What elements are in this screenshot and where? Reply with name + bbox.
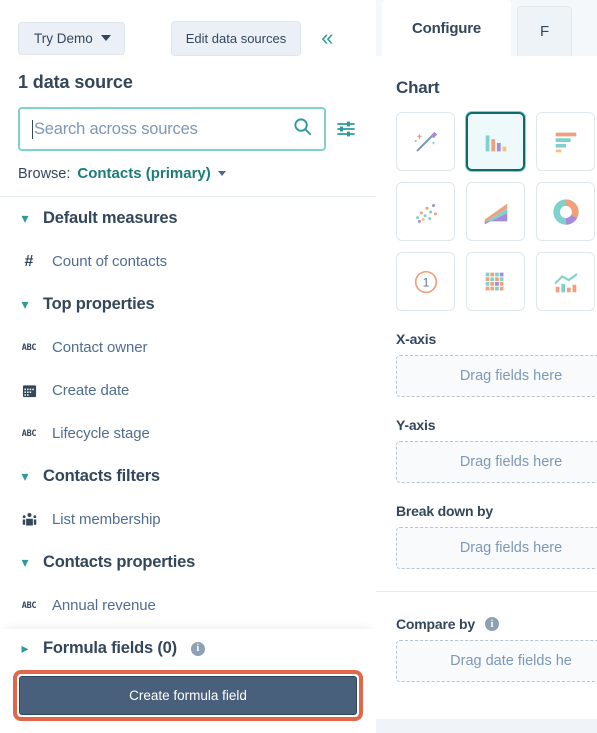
configure-panel: Configure F Chart Cho	[376, 0, 597, 733]
chevron-down-icon: ▾	[21, 296, 29, 312]
compare-by-text: Compare by	[396, 616, 475, 632]
tree-item-label: List membership	[52, 511, 161, 528]
chevron-down-icon: ▾	[21, 554, 29, 570]
tree-group-contacts-properties[interactable]: ▾ Contacts properties	[18, 541, 376, 584]
chart-type-combo-chart-icon[interactable]	[536, 252, 595, 311]
abc-icon: ABC	[21, 428, 37, 439]
browse-row: Browse: Contacts (primary)	[0, 151, 376, 182]
tree-item-contact-owner[interactable]: ABC Contact owner	[18, 326, 376, 369]
tree-item-label: Contact owner	[52, 339, 148, 356]
chart-type-heatmap-icon[interactable]	[466, 252, 525, 311]
hash-icon: #	[24, 252, 34, 270]
formula-fields-label: Formula fields (0)	[43, 639, 177, 657]
chart-section-header: Chart Cho	[396, 56, 597, 98]
tree-group-contacts-filters[interactable]: ▾ Contacts filters	[18, 455, 376, 498]
chart-type-grid: 1	[396, 98, 597, 311]
chart-type-area-chart-icon[interactable]	[466, 182, 525, 241]
create-formula-field-highlight: Create formula field	[13, 670, 363, 721]
sidebar-toolbar: Try Demo Edit data sources «	[0, 0, 376, 60]
chart-type-donut-chart-icon[interactable]	[536, 182, 595, 241]
create-formula-field-button[interactable]: Create formula field	[19, 676, 357, 715]
search-icon[interactable]	[293, 117, 312, 141]
tree-group-top-properties[interactable]: ▾ Top properties	[18, 283, 376, 326]
tree-item-list-membership[interactable]: List membership	[18, 498, 376, 541]
y-axis-label: Y-axis	[396, 417, 436, 433]
tree-group-default-measures[interactable]: ▾ Default measures	[18, 197, 376, 240]
list-icon	[20, 512, 38, 527]
data-sources-sidebar: Try Demo Edit data sources « 1 data sour…	[0, 0, 376, 733]
edit-data-sources-button[interactable]: Edit data sources	[170, 20, 302, 56]
chevron-down-icon: ▾	[21, 468, 29, 484]
panel-bottom-strip	[376, 719, 597, 733]
sliders-icon[interactable]	[336, 119, 356, 139]
search-row: Search across sources	[0, 93, 376, 151]
compare-by-section: Compare by i Drag date fields he	[396, 592, 597, 682]
tab-configure[interactable]: Configure	[382, 0, 512, 56]
tree-item-label: Annual revenue	[52, 597, 156, 614]
svg-text:1: 1	[422, 275, 429, 289]
tab-filters[interactable]: F	[517, 6, 572, 56]
chart-type-horizontal-bar-chart-icon[interactable]	[536, 112, 595, 171]
tree-item-create-date[interactable]: Create date	[18, 369, 376, 412]
info-icon[interactable]: i	[484, 617, 499, 631]
browse-source-select[interactable]: Contacts (primary)	[77, 165, 210, 182]
panel-body: Chart Cho	[376, 56, 597, 733]
formula-fields-header[interactable]: ▸ Formula fields (0) i	[0, 629, 376, 664]
chart-type-vertical-bar-chart-icon[interactable]	[466, 112, 525, 171]
tree-group-label: Top properties	[43, 295, 155, 313]
y-axis-dropzone[interactable]: Drag fields here	[396, 441, 597, 483]
abc-icon: ABC	[21, 342, 37, 353]
chart-type-magic-wand-icon[interactable]	[396, 112, 455, 171]
page-title: 1 data source	[18, 72, 133, 92]
panel-tabs: Configure F	[376, 0, 597, 56]
compare-by-dropzone[interactable]: Drag date fields he	[396, 640, 597, 682]
chevron-down-icon[interactable]	[217, 171, 226, 176]
break-down-by-dropzone[interactable]: Drag fields here	[396, 527, 597, 569]
tree-item-label: Create date	[52, 382, 130, 399]
tree-item-label: Count of contacts	[52, 253, 168, 270]
search-placeholder: Search across sources	[34, 119, 198, 138]
browse-label: Browse:	[18, 165, 71, 182]
tree-group-label: Default measures	[43, 209, 178, 227]
chart-type-single-value-icon[interactable]: 1	[396, 252, 455, 311]
chevron-down-icon: ▾	[21, 210, 29, 226]
compare-by-label: Compare by i	[396, 596, 597, 640]
tree-item-count-of-contacts[interactable]: # Count of contacts	[18, 240, 376, 283]
calendar-icon	[20, 383, 38, 398]
try-demo-button[interactable]: Try Demo	[18, 21, 125, 55]
x-axis-dropzone[interactable]: Drag fields here	[396, 355, 597, 397]
search-input[interactable]: Search across sources	[18, 107, 326, 151]
tree-group-label: Contacts filters	[43, 467, 160, 485]
tree-item-label: Lifecycle stage	[52, 425, 150, 442]
text-cursor	[32, 119, 33, 139]
tree-item-lifecycle-stage[interactable]: ABC Lifecycle stage	[18, 412, 376, 455]
info-icon[interactable]: i	[190, 641, 205, 656]
try-demo-label: Try Demo	[34, 30, 93, 46]
x-axis-label: X-axis	[396, 331, 437, 347]
abc-icon: ABC	[21, 600, 37, 611]
chevron-right-icon: ▸	[21, 640, 29, 656]
app-root: Try Demo Edit data sources « 1 data sour…	[0, 0, 597, 733]
tree-group-label: Contacts properties	[43, 553, 196, 571]
chevron-down-icon	[100, 35, 111, 41]
chart-type-scatter-plot-icon[interactable]	[396, 182, 455, 241]
formula-fields-footer: ▸ Formula fields (0) i Create formula fi…	[0, 629, 376, 733]
chevron-double-left-icon[interactable]: «	[321, 27, 333, 49]
tree-item-annual-revenue[interactable]: ABC Annual revenue	[18, 584, 376, 627]
fields-tree: ▾ Default measures # Count of contacts ▾…	[0, 197, 376, 627]
chart-section-title: Chart	[396, 78, 440, 97]
break-down-by-label: Break down by	[396, 503, 493, 519]
